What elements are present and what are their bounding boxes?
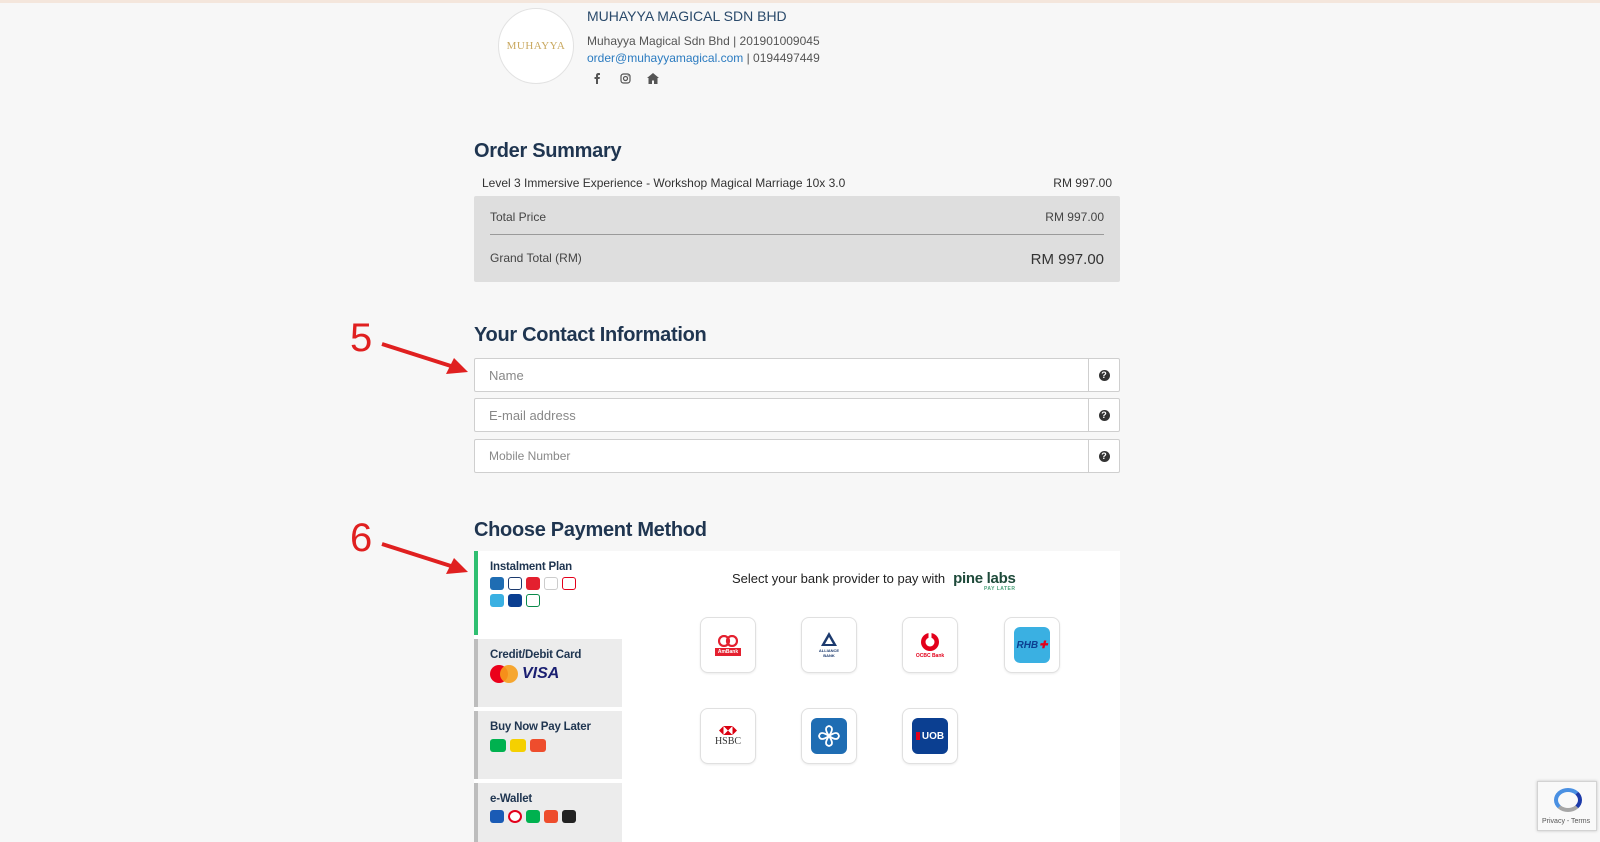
tab-card-label: Credit/Debit Card <box>490 649 582 661</box>
bank-mini-icon <box>526 594 540 607</box>
bank-mini-icon <box>526 577 540 590</box>
order-item-price: RM 997.00 <box>1053 176 1112 190</box>
total-price-label: Total Price <box>490 210 547 224</box>
home-icon[interactable] <box>646 73 660 87</box>
bank-tile-ambank[interactable]: AmBank <box>700 617 756 673</box>
mcash-icon <box>562 810 576 823</box>
bank-select-text: Select your bank provider to pay with <box>732 571 946 586</box>
mobile-field: ? <box>474 439 1120 473</box>
bank-mini-icon <box>490 594 504 607</box>
annotation-arrow-5 <box>381 342 468 374</box>
mobile-help-button[interactable]: ? <box>1088 440 1119 472</box>
tab-bnpl-label: Buy Now Pay Later <box>490 721 591 733</box>
tab-ewallet-label: e-Wallet <box>490 793 533 805</box>
logo-text: MUHAYYA <box>506 40 566 52</box>
top-border <box>0 0 1600 3</box>
bank-flower-logo-icon <box>811 718 847 754</box>
payment-method-title: Choose Payment Method <box>474 519 707 541</box>
alliance-bank-logo-icon: ALLIANCE BANK <box>815 632 843 658</box>
recaptcha-badge[interactable]: Privacy - Terms <box>1537 781 1597 831</box>
company-name: MUHAYYA MAGICAL SDN BHD <box>587 8 787 24</box>
touchngo-icon <box>490 810 504 823</box>
tab-buy-now-pay-later[interactable]: Buy Now Pay Later <box>474 711 622 779</box>
total-price-row: Total Price RM 997.00 <box>490 210 1104 224</box>
total-price-value: RM 997.00 <box>1045 210 1104 224</box>
annotation-number-6: 6 <box>350 516 373 560</box>
order-summary-title: Order Summary <box>474 140 622 162</box>
name-input[interactable] <box>475 359 1089 391</box>
card-brand-icons: VISA <box>490 665 610 683</box>
hsbc-logo-icon: HSBC <box>715 725 741 747</box>
bank-mini-icon <box>490 577 504 590</box>
order-item-row: Level 3 Immersive Experience - Workshop … <box>482 176 1112 190</box>
bank-tile-maybank[interactable] <box>801 708 857 764</box>
tab-instalment-plan[interactable]: Instalment Plan <box>474 551 622 635</box>
annotation-arrow-6 <box>381 542 468 574</box>
company-phone: | 0194497449 <box>746 51 820 65</box>
company-contact: order@muhayyamagical.com | 0194497449 <box>587 51 820 65</box>
question-circle-icon: ? <box>1098 409 1110 421</box>
bank-mini-icon <box>544 577 558 590</box>
pine-labs-brand: pine labs <box>953 570 1016 587</box>
question-circle-icon: ? <box>1098 369 1110 381</box>
facebook-icon[interactable] <box>590 73 604 87</box>
ocbc-logo-icon: OCBC Bank <box>916 632 944 659</box>
payment-panel: Instalment Plan Credit/Debit Card VISA B… <box>474 551 1120 842</box>
name-help-button[interactable]: ? <box>1088 359 1119 391</box>
boost-icon <box>508 810 522 823</box>
ambank-logo-icon: AmBank <box>714 634 742 656</box>
contact-info-title: Your Contact Information <box>474 324 707 346</box>
company-logo: MUHAYYA <box>498 8 574 84</box>
uob-logo-icon: UOB <box>912 718 948 754</box>
bank-select-heading: Select your bank provider to pay with pi… <box>732 570 1016 592</box>
ewallet-provider-icons <box>490 810 610 823</box>
order-totals-box: Total Price RM 997.00 Grand Total (RM) R… <box>474 196 1120 282</box>
bnpl-provider-icons <box>490 739 610 752</box>
bank-mini-icon <box>508 594 522 607</box>
shopeepay-icon <box>544 810 558 823</box>
pine-labs-sub: PAY LATER <box>983 586 1016 592</box>
totals-divider <box>490 234 1104 235</box>
grand-total-row: Grand Total (RM) RM 997.00 <box>490 251 1104 268</box>
email-field: ? <box>474 398 1120 432</box>
bank-mini-icon <box>508 577 522 590</box>
social-links <box>590 73 660 87</box>
recaptcha-icon <box>1554 788 1582 812</box>
instalment-bank-icons-row2 <box>490 594 610 607</box>
spaylater-icon <box>530 739 546 752</box>
bank-mini-icon <box>562 577 576 590</box>
bank-tile-rhb[interactable]: RHB ✚ <box>1004 617 1060 673</box>
tab-credit-debit-card[interactable]: Credit/Debit Card VISA <box>474 639 622 707</box>
rhb-logo-icon: RHB ✚ <box>1014 627 1050 663</box>
tab-instalment-label: Instalment Plan <box>490 561 572 573</box>
tab-e-wallet[interactable]: e-Wallet <box>474 783 622 842</box>
instalment-bank-icons <box>490 577 610 590</box>
recaptcha-terms: Privacy - Terms <box>1542 818 1591 825</box>
visa-icon: VISA <box>522 665 560 682</box>
name-field: ? <box>474 358 1120 392</box>
grabpay-icon <box>526 810 540 823</box>
mobile-input[interactable] <box>475 440 1089 472</box>
grand-total-label: Grand Total (RM) <box>490 251 582 265</box>
email-help-button[interactable]: ? <box>1088 399 1119 431</box>
bank-tile-ocbc[interactable]: OCBC Bank <box>902 617 958 673</box>
mastercard-icon <box>490 665 518 683</box>
bank-tile-uob[interactable]: UOB <box>902 708 958 764</box>
atome-icon <box>510 739 526 752</box>
order-item-name: Level 3 Immersive Experience - Workshop … <box>482 176 846 190</box>
bank-tile-alliance[interactable]: ALLIANCE BANK <box>801 617 857 673</box>
instagram-icon[interactable] <box>618 73 632 87</box>
question-circle-icon: ? <box>1098 450 1110 462</box>
bank-tile-hsbc[interactable]: HSBC <box>700 708 756 764</box>
annotation-number-5: 5 <box>350 316 373 360</box>
grab-paylater-icon <box>490 739 506 752</box>
pine-labs-logo: pine labs PAY LATER <box>953 570 1016 592</box>
email-input[interactable] <box>475 399 1089 431</box>
company-email-link[interactable]: order@muhayyamagical.com <box>587 51 743 65</box>
company-registration: Muhayya Magical Sdn Bhd | 201901009045 <box>587 34 820 48</box>
grand-total-value: RM 997.00 <box>1030 251 1104 268</box>
